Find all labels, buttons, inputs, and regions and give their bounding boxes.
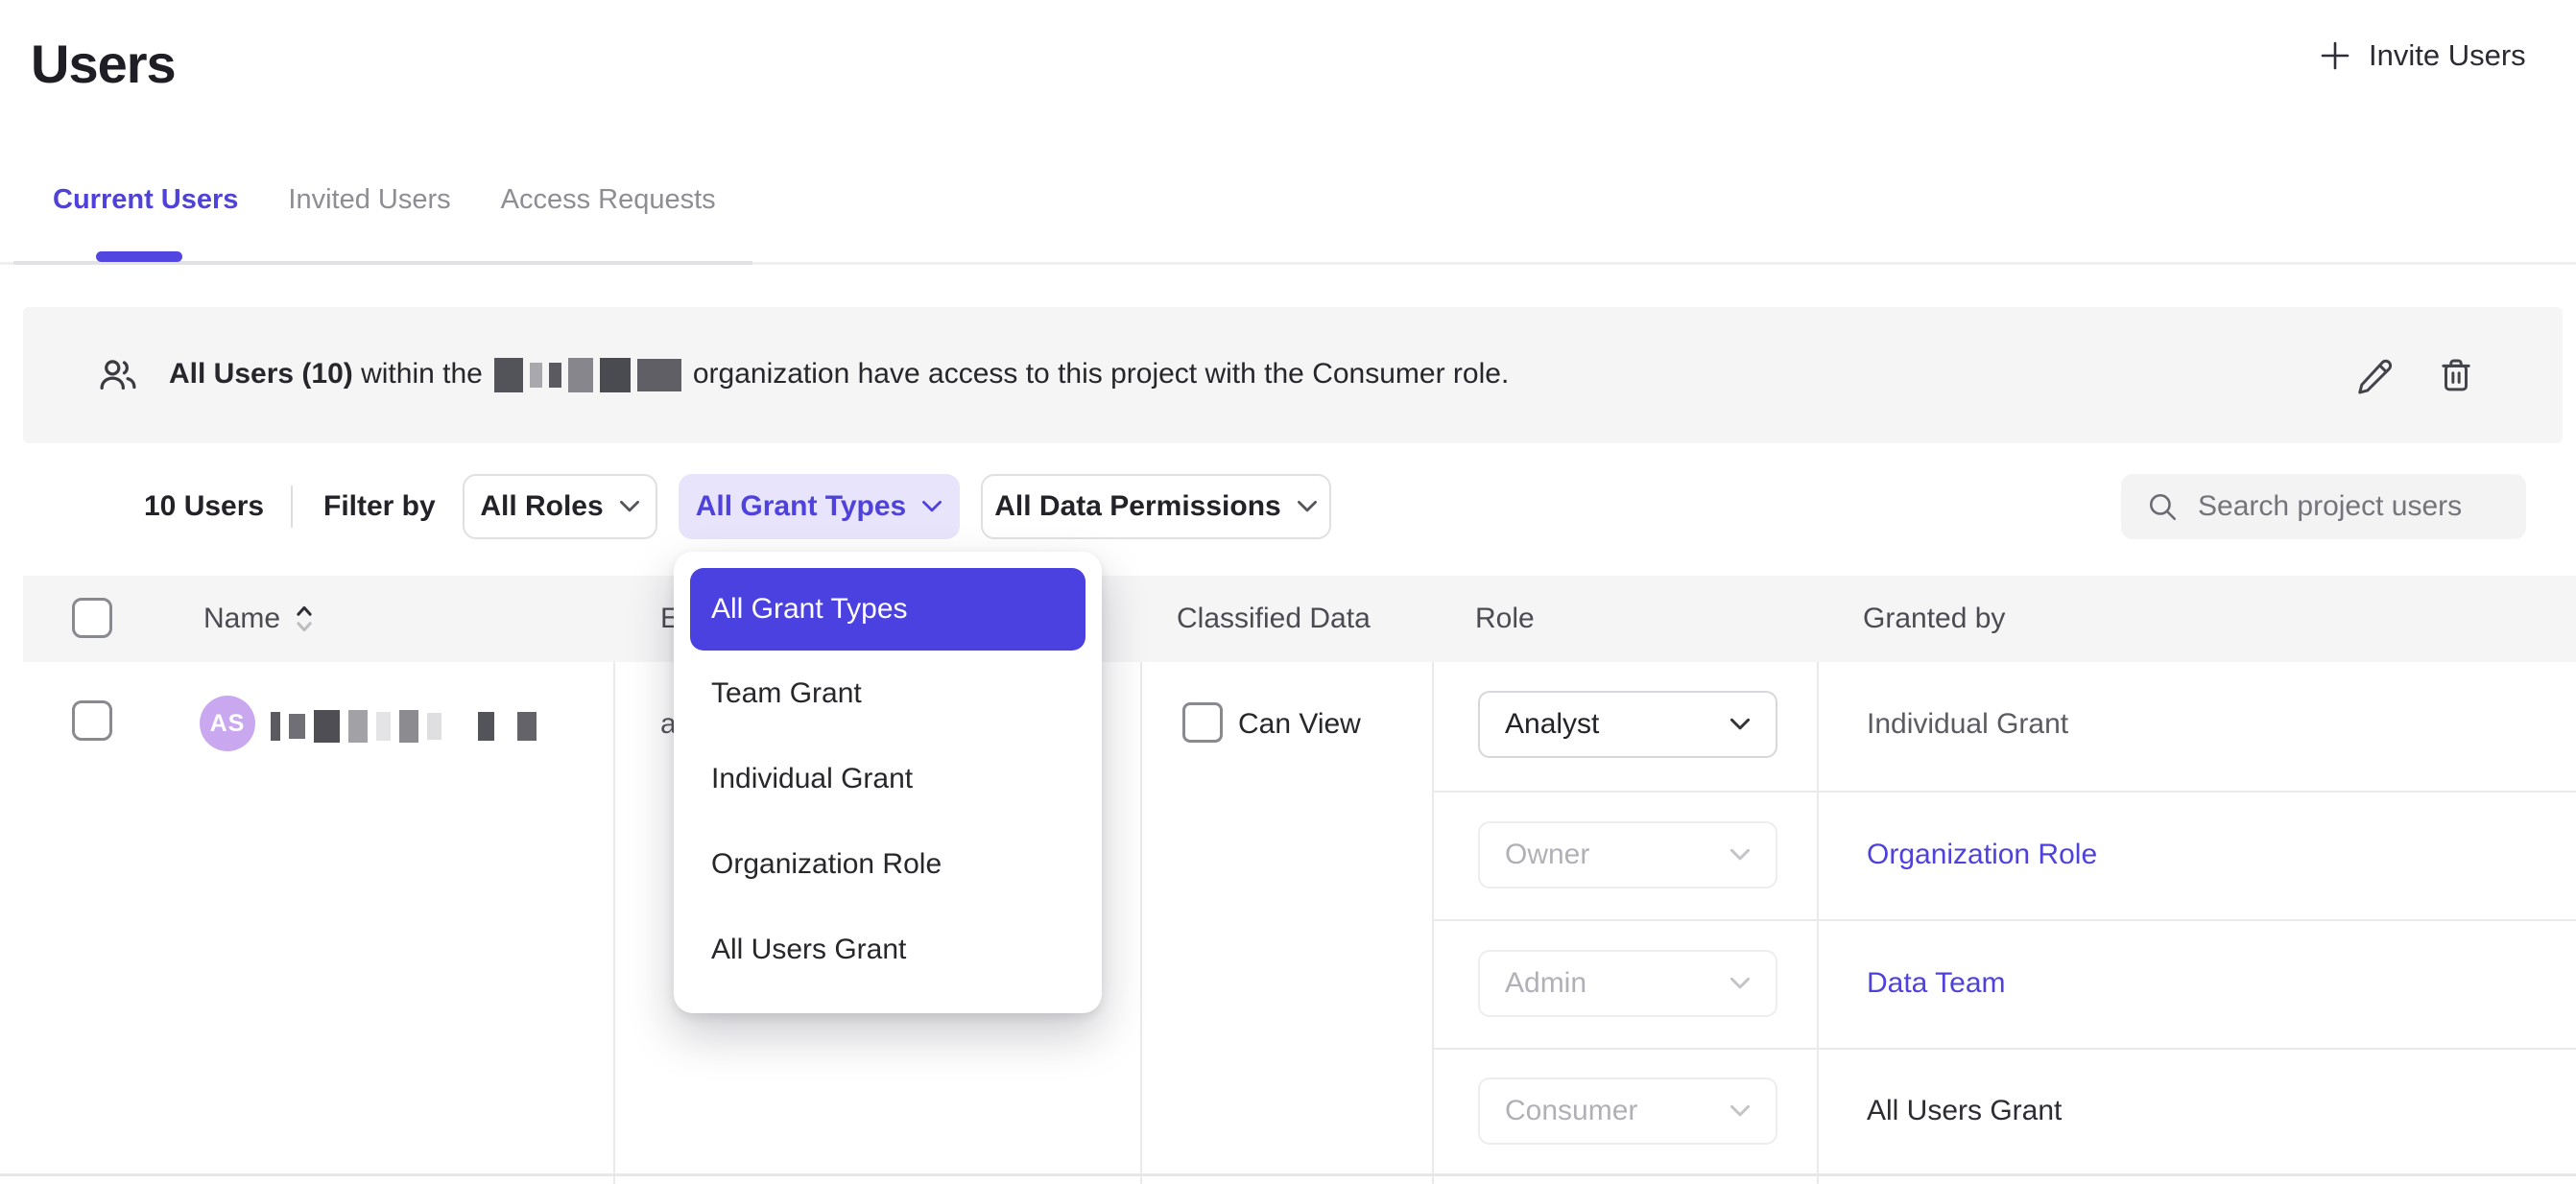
table-body: AS a Can View Analyst Individual Grant O… [23,662,2576,1184]
chevron-down-icon [619,500,640,513]
edit-pencil-icon[interactable] [2355,355,2396,395]
role-select-consumer: Consumer [1478,1077,1777,1145]
page-title: Users [31,33,176,95]
tab-bar: Current Users Invited Users Access Reque… [53,184,716,216]
redacted-org-name [494,358,681,392]
all-roles-label: All Roles [480,490,603,523]
sort-icon[interactable] [294,604,315,633]
all-roles-filter[interactable]: All Roles [463,474,657,539]
banner-text: All Users (10) within the organization ha… [169,358,1509,392]
tab-current-users[interactable]: Current Users [53,184,238,216]
row-divider [0,1173,2576,1176]
column-header-classified-data: Classified Data [1177,576,1371,662]
chevron-down-icon [1729,1104,1751,1118]
role-row-divider [1432,791,2576,793]
role-row-divider [1432,1048,2576,1050]
search-icon [2146,490,2179,523]
column-divider [1140,662,1142,1184]
tab-invited-users[interactable]: Invited Users [288,184,450,216]
dropdown-item-team-grant[interactable]: Team Grant [690,651,1085,736]
granted-by-value: All Users Grant [1867,1092,2062,1130]
column-header-role: Role [1475,576,1535,662]
all-data-permissions-label: All Data Permissions [994,490,1280,523]
people-icon [96,353,140,397]
filter-by-label: Filter by [323,474,436,539]
dropdown-item-individual-grant[interactable]: Individual Grant [690,736,1085,821]
plus-icon [2319,39,2351,72]
dropdown-item-all-users-grant[interactable]: All Users Grant [690,907,1085,992]
search-box [2121,474,2526,539]
role-row-divider [1432,919,2576,921]
banner-before-redaction: within the [361,358,483,390]
table-header: Name Email Classified Data Role Granted … [23,576,2576,662]
chevron-down-icon [1729,718,1751,731]
column-divider [1432,662,1434,1184]
granted-by-link[interactable]: Data Team [1867,964,2006,1003]
granted-by-value: Individual Grant [1867,705,2068,744]
invite-users-button[interactable]: Invite Users [2319,38,2526,73]
row-checkbox[interactable] [72,700,112,741]
banner-after-redaction: organization have access to this project… [693,358,1509,390]
can-view-checkbox[interactable] [1182,702,1223,743]
column-divider [613,662,615,1184]
column-header-granted-by: Granted by [1863,576,2005,662]
dropdown-item-all-grant-types[interactable]: All Grant Types [690,568,1085,651]
column-header-name[interactable]: Name [203,576,315,662]
all-grant-types-label: All Grant Types [696,490,907,523]
role-select-admin: Admin [1478,950,1777,1017]
chevron-down-icon [1729,848,1751,862]
divider [291,485,293,528]
filter-row: 10 Users Filter by All Roles All Grant T… [0,474,2576,539]
avatar: AS [200,696,255,751]
users-admin-page: Users Invite Users Current Users Invited… [0,0,2576,1184]
active-tab-indicator [96,251,182,262]
invite-users-label: Invite Users [2369,38,2526,73]
all-users-banner: All Users (10) within the organization ha… [23,307,2563,443]
trash-icon[interactable] [2436,355,2476,395]
select-all-checkbox[interactable] [72,598,112,638]
redacted-user-name [271,708,537,745]
column-divider [1817,662,1819,1184]
all-grant-types-filter[interactable]: All Grant Types [679,474,960,539]
users-count: 10 Users [144,474,264,539]
role-select-analyst[interactable]: Analyst [1478,691,1777,758]
dropdown-item-organization-role[interactable]: Organization Role [690,821,1085,907]
chevron-down-icon [921,500,942,513]
tab-access-requests[interactable]: Access Requests [501,184,716,216]
chevron-down-icon [1297,500,1318,513]
can-view-label: Can View [1238,705,1361,744]
grant-types-dropdown-menu: All Grant Types Team Grant Individual Gr… [674,552,1102,1013]
all-data-permissions-filter[interactable]: All Data Permissions [981,474,1331,539]
banner-bold: All Users (10) [169,358,353,390]
search-input[interactable] [2198,490,2507,523]
granted-by-link[interactable]: Organization Role [1867,836,2097,874]
banner-actions [2355,307,2476,443]
chevron-down-icon [1729,977,1751,990]
role-select-owner: Owner [1478,821,1777,888]
